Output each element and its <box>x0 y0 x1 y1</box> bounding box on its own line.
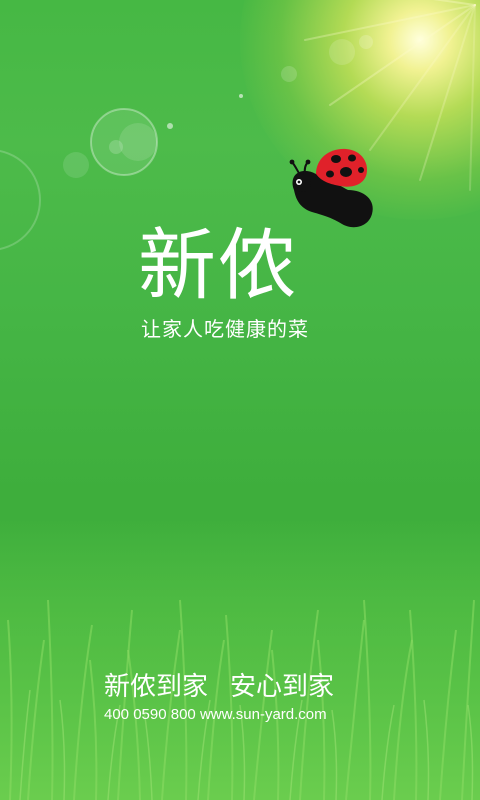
footer-slogan-part2: 安心到家 <box>230 672 335 702</box>
splash-screen: 新侬 让家人吃健康的菜 新侬到家 安心到家 400 0590 800 www.su… <box>0 0 480 800</box>
brand-slogan: 让家人吃健康的菜 <box>141 317 309 341</box>
grass-field <box>0 520 480 800</box>
ladybug-icon <box>289 148 373 228</box>
footer-website: www.sun-yard.com <box>199 706 327 723</box>
footer-slogan-part1: 新侬到家 <box>104 672 209 702</box>
brand-logo-text: 新侬 <box>138 221 299 311</box>
footer-contact: 400 0590 800 www.sun-yard.com <box>104 705 327 725</box>
footer-slogan: 新侬到家 安心到家 <box>104 670 334 704</box>
footer-phone: 400 0590 800 <box>104 706 196 723</box>
